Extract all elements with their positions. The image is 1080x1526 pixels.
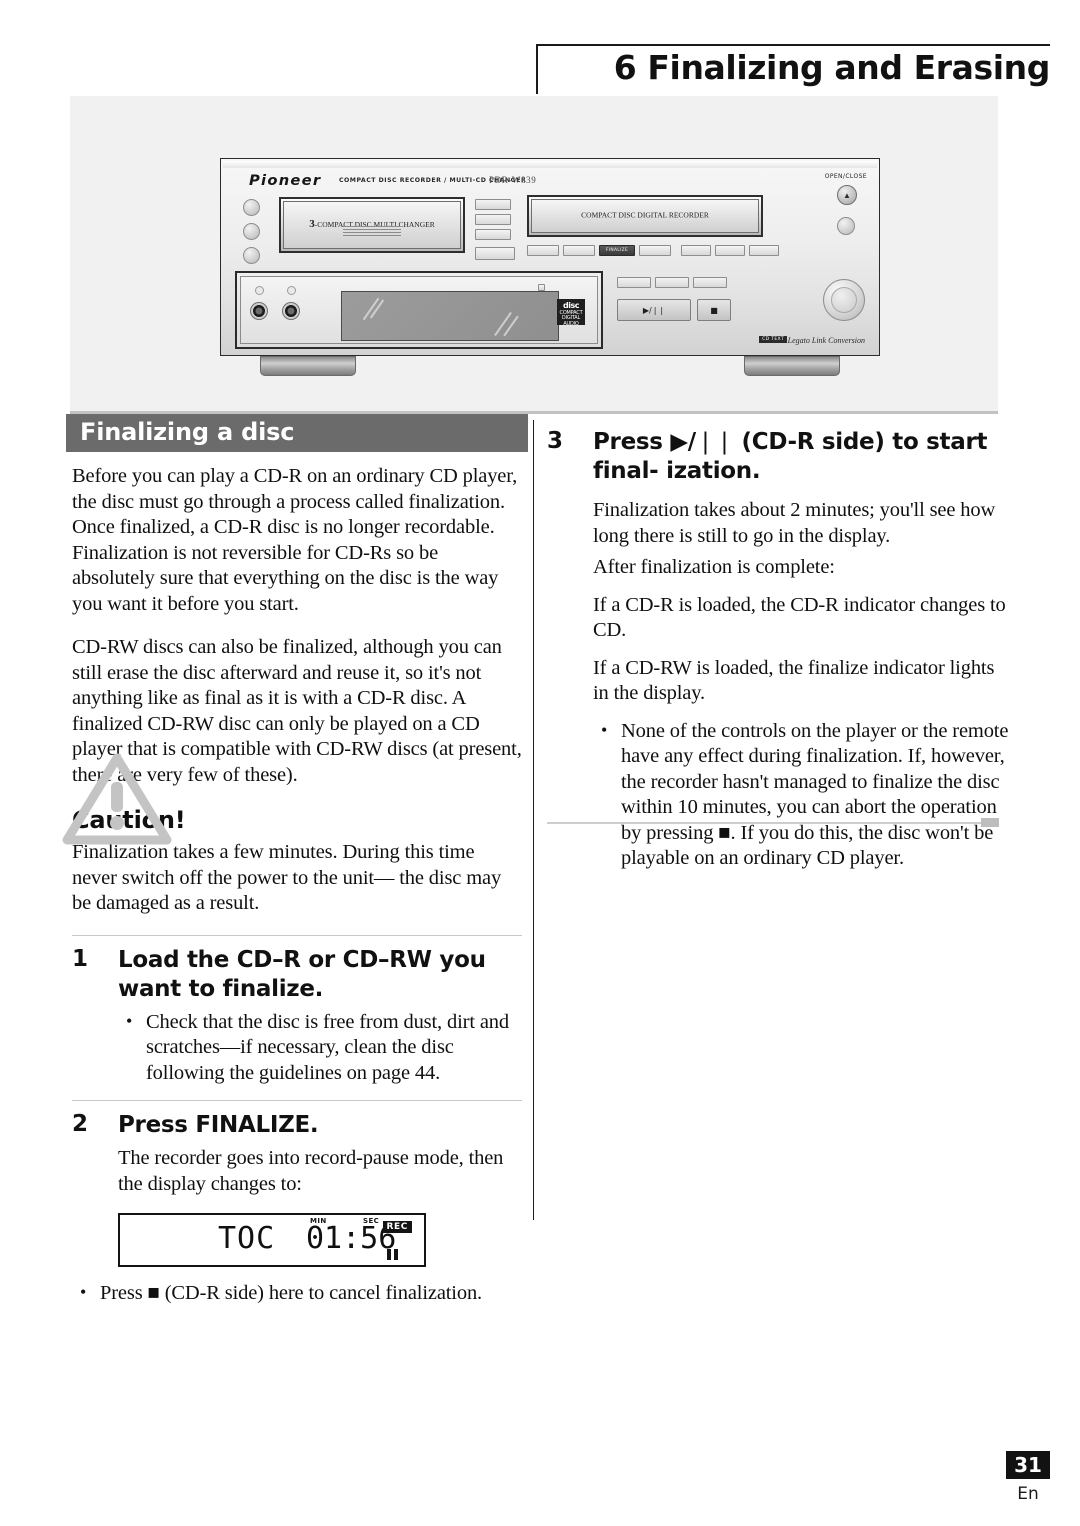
recorder-button-6[interactable] — [715, 245, 745, 256]
recorder-tray-inner: COMPACT DISC DIGITAL RECORDER — [531, 199, 759, 233]
display-figure: TOC MIN SEC 01:56 REC — [118, 1213, 426, 1267]
step-3-body: Finalization takes about 2 minutes; you'… — [593, 498, 1011, 872]
stop-label: ■ — [710, 305, 718, 315]
changer-tray-inner: 3-COMPACT DISC MULTI CHANGER — [283, 201, 461, 249]
cd-recorder-tray[interactable]: COMPACT DISC DIGITAL RECORDER — [527, 195, 763, 237]
step-3-bullets: None of the controls on the player or th… — [593, 718, 1011, 872]
recorder-button-2[interactable] — [563, 245, 595, 256]
pioneer-logo: Pioneer — [249, 173, 322, 189]
multi-cd-changer-tray[interactable]: 3-COMPACT DISC MULTI CHANGER — [279, 197, 465, 253]
step-3-text-2: After finalization is complete: — [593, 556, 835, 578]
step-3-number: 3 — [547, 428, 564, 454]
disc-logo-text: COMPACT DIGITAL AUDIO — [559, 309, 583, 327]
caution-heading: Caution! — [72, 806, 186, 834]
step-2-bullets: Press ■ (CD-R side) here to cancel final… — [72, 1280, 522, 1307]
finalize-button-label: FINALIZE — [605, 248, 629, 253]
manual-page: 6 Finalizing and Erasing Pioneer COMPACT… — [0, 0, 1080, 1526]
section-heading-finalizing-a-disc: Finalizing a disc — [66, 414, 528, 452]
changer-button-4[interactable] — [475, 247, 515, 260]
unit-front-panel: Pioneer COMPACT DISC RECORDER / MULTI-CD… — [220, 158, 880, 356]
recorder-button-1[interactable] — [527, 245, 559, 256]
page-number-badge: 31 — [1006, 1451, 1050, 1479]
step-1-body: Check that the disc is free from dust, d… — [118, 1009, 522, 1087]
compact-disc-logo: disc COMPACT DIGITAL AUDIO — [557, 299, 585, 327]
model-number: PDR-W839 — [489, 175, 537, 185]
changer-button-2[interactable] — [475, 214, 511, 225]
recorder-button-7[interactable] — [749, 245, 779, 256]
open-close-button[interactable]: ▲ — [837, 185, 857, 205]
changer-tray-vents — [343, 226, 401, 238]
step-1-number: 1 — [72, 945, 89, 972]
display-pause-indicator — [387, 1249, 398, 1260]
separator-before-step-1 — [72, 934, 522, 936]
step-2-title: Press FINALIZE. — [118, 1112, 319, 1138]
step-3-text-4: If a CD-RW is loaded, the finalize indic… — [593, 656, 995, 705]
mic-jack[interactable] — [283, 303, 299, 319]
step-3-title: Press ▶/❘❘ (CD-R side) to start final- i… — [593, 429, 988, 484]
changer-button-3[interactable] — [475, 229, 511, 240]
product-photo-panel: Pioneer COMPACT DISC RECORDER / MULTI-CD… — [70, 96, 998, 414]
step-3-text-1: Finalization takes about 2 minutes; you'… — [593, 499, 996, 547]
separator-before-step-2 — [72, 1100, 522, 1101]
step-1: 1 Load the CD–R or CD–RW you want to fin… — [72, 946, 522, 1004]
transport-small-2[interactable] — [655, 277, 689, 288]
headphone-jack[interactable] — [251, 303, 267, 319]
step-2-bullet-1: Press ■ (CD-R side) here to cancel final… — [72, 1280, 522, 1307]
recorder-button-4[interactable] — [639, 245, 671, 256]
jog-dial[interactable] — [823, 279, 865, 321]
indicator-circle-2 — [287, 286, 296, 295]
step-2-text: The recorder goes into record-pause mode… — [118, 1147, 504, 1195]
play-pause-button[interactable]: ▶/❘❘ — [617, 299, 691, 321]
stop-button[interactable]: ■ — [697, 299, 731, 321]
step-2: 2 Press FINALIZE. — [72, 1111, 522, 1140]
cd-text-badge: CD TEXT — [759, 336, 787, 343]
step-2-body: The recorder goes into record-pause mode… — [118, 1146, 522, 1197]
unit-foot-left — [260, 356, 356, 376]
transport-small-3[interactable] — [693, 277, 727, 288]
unit-lcd-display — [341, 291, 559, 341]
cd-recorder-unit: Pioneer COMPACT DISC RECORDER / MULTI-CD… — [220, 158, 880, 376]
right-column-rule — [547, 822, 997, 824]
chapter-title: 6 Finalizing and Erasing — [613, 48, 1051, 87]
header-rule-top — [536, 44, 1050, 46]
lcd-small-indicator — [538, 284, 545, 291]
right-column: 3 Press ▶/❘❘ (CD-R side) to start final-… — [547, 424, 1011, 878]
step-2-number: 2 — [72, 1111, 89, 1137]
step-3-text-3: If a CD-R is loaded, the CD-R indicator … — [593, 593, 1006, 642]
step-3: 3 Press ▶/❘❘ (CD-R side) to start final-… — [547, 428, 1011, 486]
page-header: 6 Finalizing and Erasing — [536, 44, 1050, 96]
display-mode-text: TOC — [218, 1221, 276, 1256]
left-knob-3[interactable] — [243, 247, 260, 264]
caution-text: Finalization takes a few minutes. During… — [72, 841, 502, 914]
step-1-bullet-1: Check that the disc is free from dust, d… — [118, 1009, 522, 1087]
right-column-rule-end-block — [981, 818, 999, 827]
display-panel-inner: disc COMPACT DIGITAL AUDIO — [240, 276, 598, 344]
unit-foot-right — [744, 356, 840, 376]
step-1-bullets: Check that the disc is free from dust, d… — [118, 1009, 522, 1087]
left-knob-1[interactable] — [243, 199, 260, 216]
recorder-tray-label: COMPACT DISC DIGITAL RECORDER — [581, 210, 709, 220]
open-close-label: OPEN/CLOSE — [824, 173, 867, 180]
step-3-bullet-1: None of the controls on the player or th… — [593, 718, 1011, 872]
paragraph-intro-1: Before you can play a CD-R on an ordinar… — [72, 465, 518, 615]
display-panel: disc COMPACT DIGITAL AUDIO — [235, 271, 603, 349]
play-pause-label: ▶/❘❘ — [642, 305, 666, 315]
recorder-button-5[interactable] — [681, 245, 711, 256]
transport-small-1[interactable] — [617, 277, 651, 288]
paragraph-intro-2: CD-RW discs can also be finalized, altho… — [72, 636, 522, 786]
step-1-title: Load the CD–R or CD–RW you want to final… — [118, 946, 486, 1002]
changer-button-1[interactable] — [475, 199, 511, 210]
left-column: Finalizing a disc Before you can play a … — [66, 414, 530, 1313]
finalize-button[interactable]: FINALIZE — [599, 245, 635, 256]
page-language-label: En — [1017, 1484, 1039, 1504]
legato-link-text: Legato Link Conversion — [787, 336, 865, 345]
column-divider — [533, 420, 535, 1220]
unit-top-strip — [223, 161, 877, 168]
left-knob-2[interactable] — [243, 223, 260, 240]
indicator-circle-1 — [255, 286, 264, 295]
right-knob[interactable] — [837, 217, 855, 235]
header-rule-left — [536, 44, 538, 94]
display-rec-indicator: REC — [382, 1221, 412, 1233]
